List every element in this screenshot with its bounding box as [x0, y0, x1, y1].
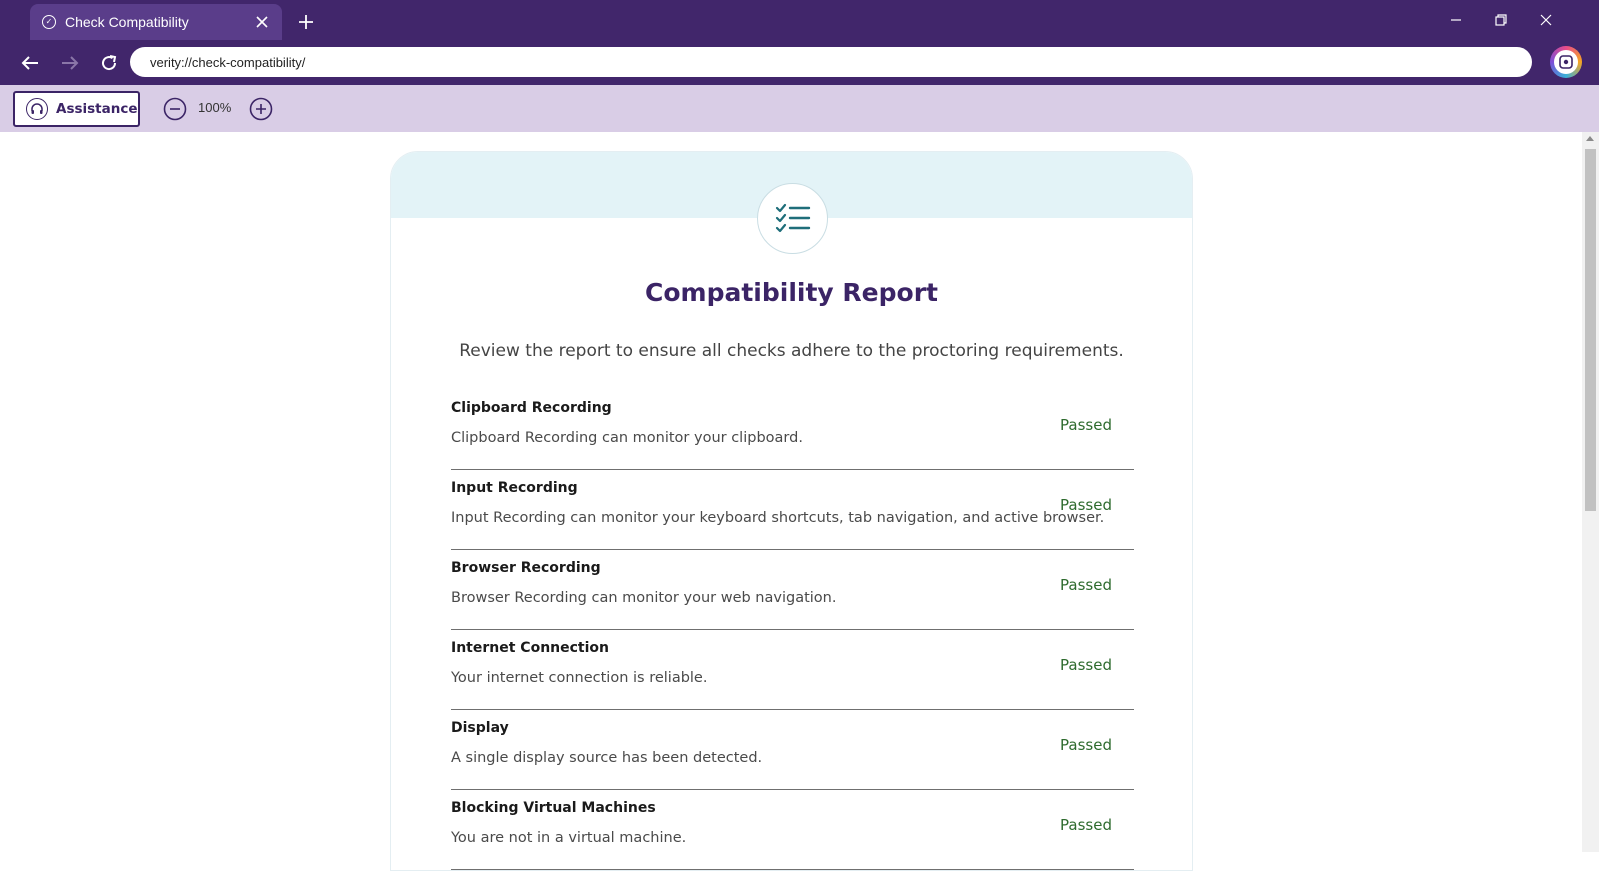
check-description: Browser Recording can monitor your web n…	[451, 590, 837, 606]
report-subtitle: Review the report to ensure all checks a…	[459, 341, 1124, 361]
zoom-level: 100%	[198, 100, 232, 115]
check-name: Display	[451, 720, 509, 736]
check-name: Internet Connection	[451, 640, 609, 656]
tab-title: Check Compatibility	[65, 14, 189, 30]
headset-icon	[26, 98, 48, 120]
checks-list: Clipboard Recording Clipboard Recording …	[451, 390, 1134, 870]
check-name: Input Recording	[451, 480, 578, 496]
assistance-label: Assistance	[56, 101, 138, 117]
check-row-input-recording: Input Recording Input Recording can moni…	[451, 470, 1134, 550]
close-tab-icon[interactable]	[250, 10, 274, 34]
check-name: Clipboard Recording	[451, 400, 612, 416]
minus-circle-icon	[163, 97, 187, 121]
minimize-icon[interactable]	[1442, 6, 1470, 34]
check-row-display: Display A single display source has been…	[451, 710, 1134, 790]
browser-navbar: verity://check-compatibility/	[0, 40, 1599, 85]
check-row-browser-recording: Browser Recording Browser Recording can …	[451, 550, 1134, 630]
new-tab-icon[interactable]	[292, 8, 320, 36]
check-row-clipboard-recording: Clipboard Recording Clipboard Recording …	[451, 390, 1134, 470]
check-row-blocking-virtual-machines: Blocking Virtual Machines You are not in…	[451, 790, 1134, 870]
scrollbar-thumb[interactable]	[1585, 149, 1596, 511]
check-row-internet-connection: Internet Connection Your internet connec…	[451, 630, 1134, 710]
check-status: Passed	[1060, 816, 1112, 834]
check-status: Passed	[1060, 416, 1112, 434]
profile-extension-icon	[1554, 50, 1578, 74]
reload-icon[interactable]	[94, 48, 124, 78]
zoom-out-button[interactable]	[162, 96, 188, 122]
profile-avatar[interactable]	[1550, 46, 1582, 78]
assistance-button[interactable]: Assistance	[13, 91, 140, 127]
forward-arrow-icon[interactable]	[55, 48, 85, 78]
check-description: A single display source has been detecte…	[451, 750, 763, 766]
check-status: Passed	[1060, 576, 1112, 594]
scroll-up-arrow-icon[interactable]	[1586, 136, 1594, 141]
check-description: Clipboard Recording can monitor your cli…	[451, 430, 803, 446]
check-name: Blocking Virtual Machines	[451, 800, 656, 816]
check-status: Passed	[1060, 736, 1112, 754]
browser-tab[interactable]: ✓ Check Compatibility	[30, 4, 282, 40]
check-status: Passed	[1060, 656, 1112, 674]
address-bar[interactable]: verity://check-compatibility/	[130, 47, 1532, 77]
check-name: Browser Recording	[451, 560, 601, 576]
url-text: verity://check-compatibility/	[150, 54, 306, 70]
verity-favicon-icon: ✓	[42, 15, 56, 29]
proctor-toolbar: Assistance 100%	[0, 85, 1599, 132]
report-title: Compatibility Report	[645, 278, 938, 307]
compatibility-report-card: Compatibility Report Review the report t…	[390, 151, 1193, 871]
checklist-icon	[757, 183, 828, 254]
plus-circle-icon	[249, 97, 273, 121]
zoom-in-button[interactable]	[248, 96, 274, 122]
browser-titlebar: ✓ Check Compatibility	[0, 0, 1599, 40]
check-description: Input Recording can monitor your keyboar…	[451, 510, 1105, 526]
check-description: Your internet connection is reliable.	[451, 670, 708, 686]
restore-icon[interactable]	[1487, 6, 1515, 34]
close-window-icon[interactable]	[1532, 6, 1560, 34]
check-description: You are not in a virtual machine.	[451, 830, 687, 846]
check-status: Passed	[1060, 496, 1112, 514]
back-arrow-icon[interactable]	[15, 48, 45, 78]
